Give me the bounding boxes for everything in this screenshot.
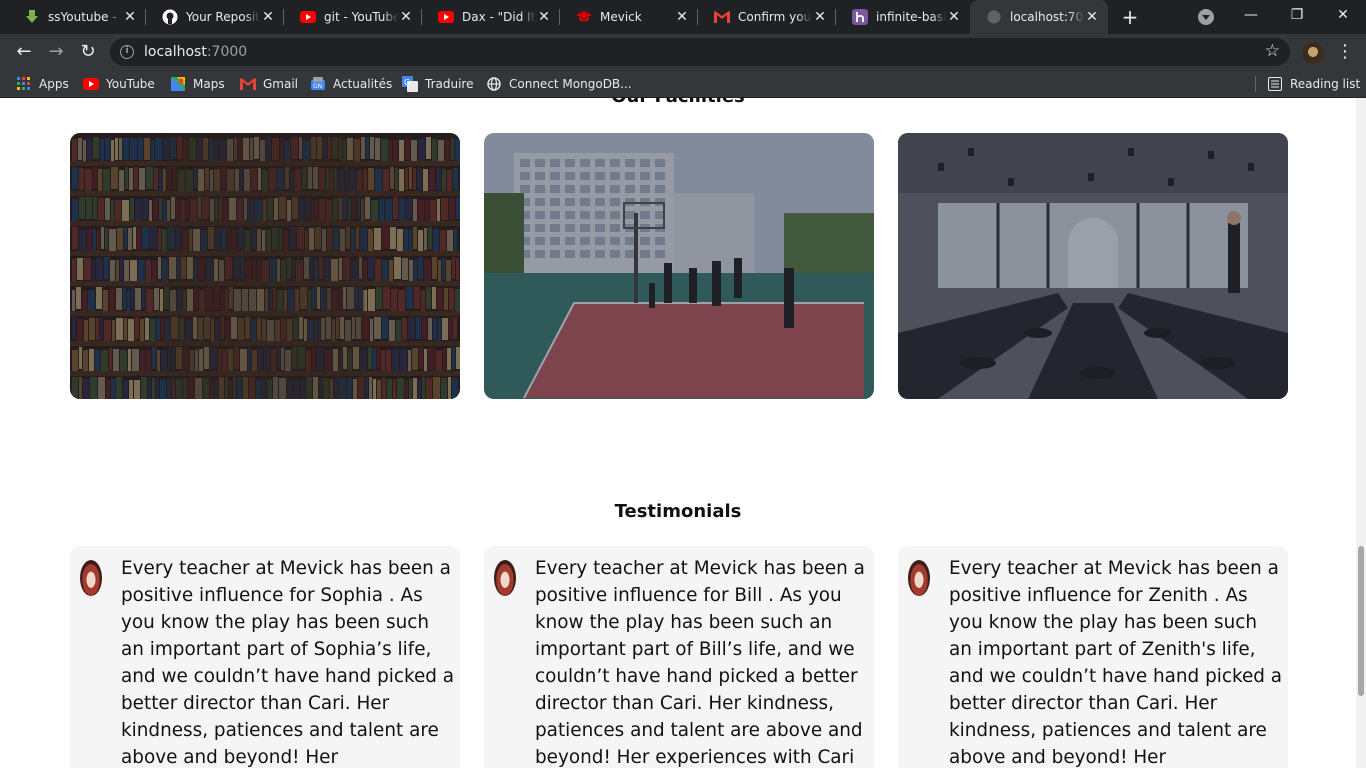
profile-avatar[interactable] — [1302, 42, 1324, 64]
minimize-button[interactable]: — — [1228, 0, 1274, 30]
facilities-heading: Our Facilities — [0, 98, 1356, 107]
bookmark-label: YouTube — [106, 77, 155, 91]
testimonial-card: Every teacher at Mevick has been a posit… — [70, 546, 460, 768]
back-button[interactable]: ← — [12, 40, 36, 64]
browser-tab-bar: ssYoutube - D ✕ Your Reposito ✕ git - Yo… — [0, 0, 1366, 34]
tab-title: Confirm your — [738, 10, 812, 24]
bookmark-label: Actualités — [333, 77, 393, 91]
close-tab-icon[interactable]: ✕ — [674, 9, 690, 25]
address-bar[interactable]: i localhost:7000 ☆ — [110, 38, 1290, 66]
reload-button[interactable]: ↻ — [76, 40, 100, 64]
url-text: localhost:7000 — [144, 44, 248, 60]
new-tab-button[interactable]: + — [1118, 5, 1142, 29]
tab-localhost[interactable]: localhost:7000 ✕ — [970, 0, 1108, 34]
svg-text:G: G — [404, 78, 410, 87]
testimonial-text: Every teacher at Mevick has been a posit… — [949, 558, 1283, 768]
facility-image-library — [70, 133, 460, 399]
tab-heroku[interactable]: infinite-basin ✕ — [836, 0, 970, 34]
reading-list-label: Reading list — [1290, 77, 1361, 91]
maps-icon — [170, 76, 186, 92]
testimonial-text: Every teacher at Mevick has been a posit… — [535, 558, 865, 768]
apps-grid-icon — [16, 76, 32, 92]
tab-title: Mevick — [600, 10, 642, 24]
reading-list-button[interactable]: Reading list — [1267, 75, 1360, 93]
github-icon — [162, 9, 178, 25]
bookmark-apps[interactable]: Apps — [16, 75, 69, 93]
close-tab-icon[interactable]: ✕ — [946, 9, 962, 25]
close-tab-icon[interactable]: ✕ — [398, 9, 414, 25]
graduation-cap-icon — [576, 9, 592, 25]
avatar — [80, 560, 102, 596]
close-tab-icon[interactable]: ✕ — [260, 9, 276, 25]
bookmark-gmail[interactable]: Gmail — [240, 75, 298, 93]
testimonials-heading: Testimonials — [614, 501, 742, 522]
bookmark-mongodb[interactable]: Connect MongoDB... — [486, 75, 632, 93]
bookmark-traduire[interactable]: G Traduire — [402, 75, 473, 93]
page-viewport: Our Facilities — [0, 98, 1356, 768]
youtube-icon — [300, 9, 316, 25]
facility-image-basketball-court — [484, 133, 874, 399]
bookmark-label: Connect MongoDB... — [509, 77, 632, 91]
svg-text:GN: GN — [313, 83, 322, 90]
globe-icon — [986, 9, 1002, 25]
forward-button[interactable]: → — [44, 40, 68, 64]
reading-list-icon — [1267, 76, 1283, 92]
tab-title: ssYoutube - D — [48, 10, 122, 24]
youtube-icon — [83, 76, 99, 92]
globe-icon — [486, 76, 502, 92]
bookmarks-bar: Apps YouTube Maps Gmail GN Actualités G … — [0, 70, 1366, 98]
close-tab-icon[interactable]: ✕ — [812, 9, 828, 25]
close-tab-icon[interactable]: ✕ — [122, 9, 138, 25]
tab-title: Your Reposito — [186, 10, 260, 24]
bookmark-label: Traduire — [425, 77, 474, 91]
restore-button[interactable]: ❐ — [1274, 0, 1320, 30]
bookmark-label: Maps — [193, 77, 225, 91]
tab-title: git - YouTube — [324, 10, 398, 24]
bookmark-label: Gmail — [263, 77, 299, 91]
testimonial-card: Every teacher at Mevick has been a posit… — [484, 546, 874, 768]
tab-title: Dax - "Did It F — [462, 10, 536, 24]
gmail-icon — [714, 9, 730, 25]
close-window-button[interactable]: ✕ — [1320, 0, 1366, 30]
close-tab-icon[interactable]: ✕ — [536, 9, 552, 25]
bookmark-youtube[interactable]: YouTube — [83, 75, 155, 93]
page-scrollbar[interactable] — [1356, 98, 1366, 768]
testimonial-card: Every teacher at Mevick has been a posit… — [898, 546, 1288, 768]
browser-toolbar: ← → ↻ i localhost:7000 ☆ ⋮ — [0, 34, 1366, 70]
news-icon: GN — [310, 76, 326, 92]
tab-ssyoutube[interactable]: ssYoutube - D ✕ — [8, 0, 146, 34]
translate-icon: G — [402, 76, 418, 92]
bookmark-actualites[interactable]: GN Actualités — [310, 75, 392, 93]
heroku-icon — [852, 9, 868, 25]
tab-git-youtube[interactable]: git - YouTube ✕ — [284, 0, 422, 34]
menu-kebab-icon[interactable]: ⋮ — [1336, 40, 1354, 64]
tab-gmail-confirm[interactable]: Confirm your ✕ — [698, 0, 836, 34]
tab-github[interactable]: Your Reposito ✕ — [146, 0, 284, 34]
facility-image-cafeteria — [898, 133, 1288, 399]
gmail-icon — [240, 76, 256, 92]
testimonial-text: Every teacher at Mevick has been a posit… — [121, 558, 455, 768]
scrollbar-thumb[interactable] — [1358, 546, 1364, 696]
bookmark-label: Apps — [39, 77, 69, 91]
tab-title: infinite-basin — [876, 10, 946, 24]
tab-dax-youtube[interactable]: Dax - "Did It F ✕ — [422, 0, 560, 34]
avatar — [908, 560, 930, 596]
download-icon — [24, 9, 40, 25]
tab-mevick[interactable]: Mevick ✕ — [560, 0, 698, 34]
tab-title: localhost:7000 — [1010, 10, 1084, 24]
tab-search-icon[interactable] — [1198, 9, 1214, 25]
youtube-icon — [438, 9, 454, 25]
close-tab-icon[interactable]: ✕ — [1084, 9, 1100, 25]
bookmark-star-icon[interactable]: ☆ — [1265, 41, 1280, 61]
bookmark-maps[interactable]: Maps — [170, 75, 225, 93]
site-info-icon[interactable]: i — [120, 45, 134, 59]
avatar — [494, 560, 516, 596]
